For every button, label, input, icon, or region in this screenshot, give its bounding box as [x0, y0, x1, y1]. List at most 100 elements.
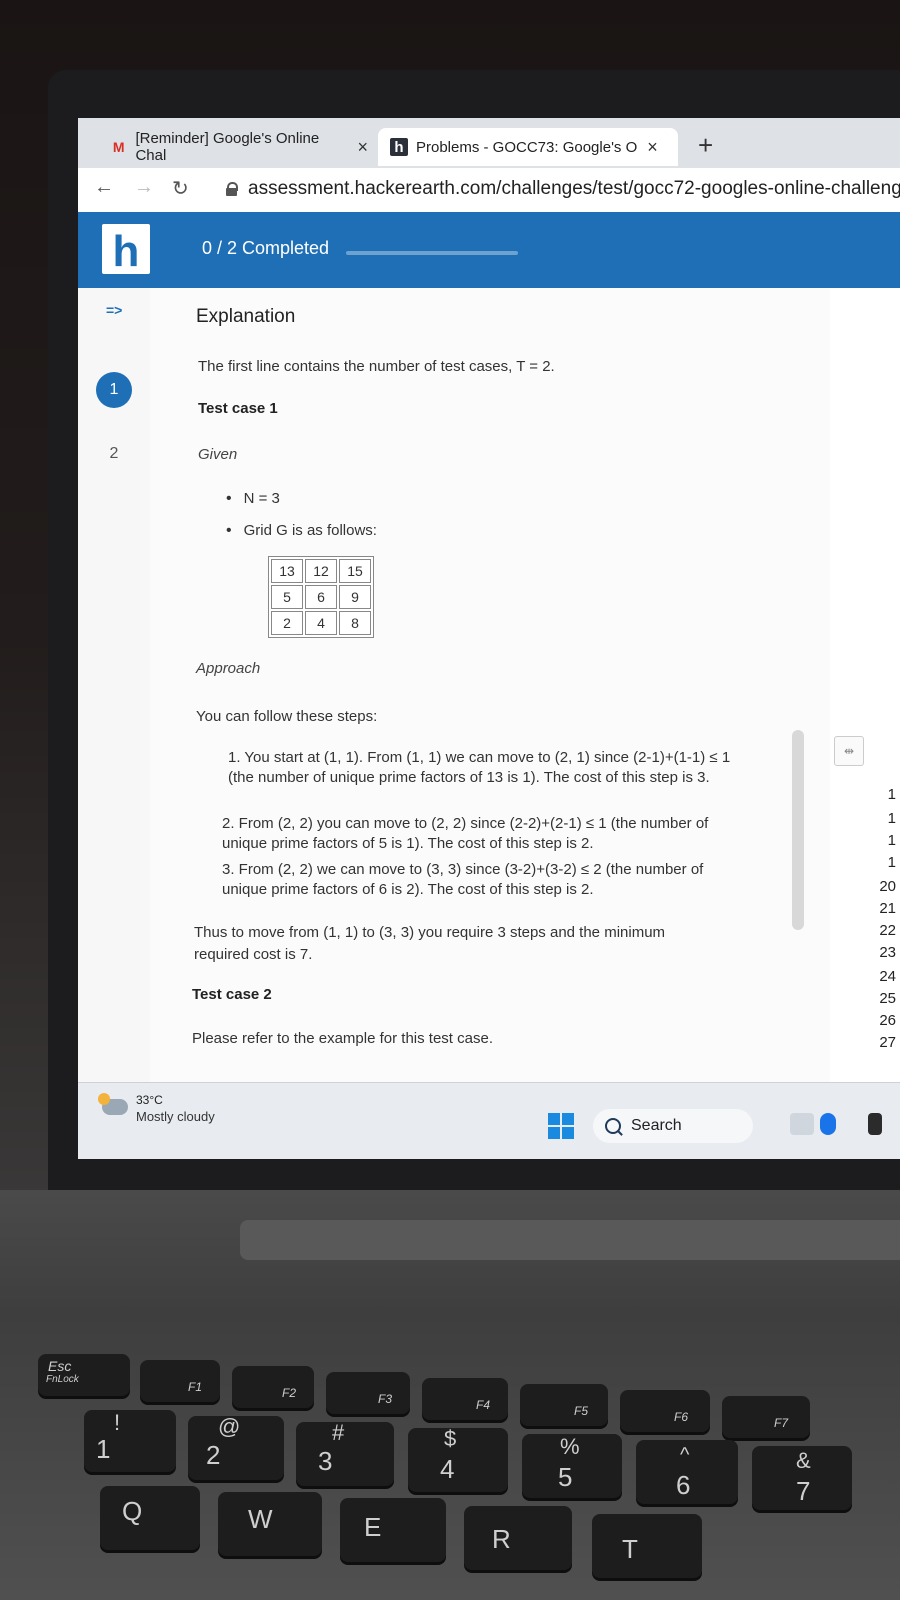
- f1-label: F1: [188, 1380, 203, 1394]
- line-number: 21: [879, 900, 896, 917]
- section-heading: Explanation: [196, 306, 296, 327]
- taskbar-search[interactable]: Search: [593, 1109, 753, 1143]
- tab-reminder[interactable]: M [Reminder] Google's Online Chal ×: [98, 128, 368, 166]
- test-case-2-heading: Test case 2: [192, 986, 272, 1003]
- key-3[interactable]: # 3: [296, 1420, 394, 1486]
- key-4[interactable]: $ 4: [408, 1426, 508, 1492]
- grid-cell: 4: [305, 611, 337, 635]
- line-number: 1: [887, 810, 896, 827]
- key-r[interactable]: R: [464, 1506, 572, 1570]
- grid-row: 5 6 9: [271, 585, 371, 609]
- tray-app-icon[interactable]: [790, 1113, 814, 1135]
- close-icon[interactable]: ×: [647, 137, 658, 158]
- tab-title: Problems - GOCC73: Google's O: [416, 138, 638, 156]
- code-editor-line-numbers: 1 1 1 1 20 21 22 23 24 25 26 27: [842, 770, 900, 1060]
- tray-overflow-icon[interactable]: [868, 1113, 882, 1135]
- collapse-icon[interactable]: =>: [106, 302, 122, 318]
- f1-key[interactable]: F1: [140, 1360, 220, 1402]
- f7-label: F7: [774, 1416, 789, 1430]
- grid-cell: 8: [339, 611, 371, 635]
- line-number: 24: [879, 968, 896, 985]
- key-6-shift: ^: [680, 1444, 690, 1466]
- f5-label: F5: [574, 1404, 589, 1418]
- key-t-label: T: [622, 1534, 638, 1564]
- search-icon: [605, 1118, 621, 1134]
- key-e[interactable]: E: [340, 1498, 446, 1562]
- esc-key[interactable]: Esc FnLock: [38, 1354, 130, 1396]
- line-number: 1: [887, 854, 896, 871]
- address-bar: ← → ↻ assessment.hackerearth.com/challen…: [78, 168, 900, 213]
- key-6-main: 6: [676, 1470, 691, 1500]
- key-e-label: E: [364, 1512, 382, 1542]
- f4-label: F4: [476, 1398, 491, 1412]
- step-3: 3. From (2, 2) we can move to (3, 3) sin…: [222, 861, 704, 898]
- scrollbar[interactable]: [792, 730, 804, 930]
- grid-cell: 15: [339, 559, 371, 583]
- challenge-header: h 0 / 2 Completed: [78, 212, 900, 288]
- f3-label: F3: [378, 1392, 393, 1406]
- given-label: Given: [198, 446, 238, 463]
- key-5-shift: %: [560, 1434, 580, 1459]
- taskbar: 33°C Mostly cloudy Search: [78, 1082, 900, 1159]
- search-label: Search: [631, 1117, 682, 1134]
- f6-key[interactable]: F6: [620, 1390, 710, 1432]
- f5-key[interactable]: F5: [520, 1384, 608, 1426]
- f3-key[interactable]: F3: [326, 1372, 410, 1414]
- bullet-grid: Grid G is as follows:: [226, 522, 377, 540]
- key-t[interactable]: T: [592, 1514, 702, 1578]
- temperature[interactable]: 33°C: [136, 1093, 163, 1107]
- key-5[interactable]: % 5: [522, 1434, 622, 1498]
- grid-cell: 12: [305, 559, 337, 583]
- line-number: 1: [887, 832, 896, 849]
- progress-bar: [346, 251, 518, 255]
- esc-label: Esc: [48, 1358, 72, 1374]
- forward-icon[interactable]: →: [134, 176, 154, 199]
- grid-cell: 9: [339, 585, 371, 609]
- tab-strip: M [Reminder] Google's Online Chal × h Pr…: [78, 118, 900, 168]
- windows-start-icon[interactable]: [548, 1113, 574, 1139]
- key-2-shift: @: [218, 1414, 241, 1439]
- grid-row: 2 4 8: [271, 611, 371, 635]
- step-1: 1. You start at (1, 1). From (1, 1) we c…: [228, 749, 731, 786]
- reload-icon[interactable]: ↻: [172, 176, 189, 201]
- hackerearth-logo[interactable]: h: [102, 224, 150, 274]
- key-q[interactable]: Q: [100, 1486, 200, 1550]
- bullet-n: N = 3: [226, 490, 280, 508]
- key-4-main: 4: [440, 1454, 455, 1484]
- f2-key[interactable]: F2: [232, 1366, 314, 1408]
- new-tab-button[interactable]: +: [698, 130, 713, 161]
- key-5-main: 5: [558, 1462, 573, 1492]
- f7-key[interactable]: F7: [722, 1396, 810, 1438]
- f2-label: F2: [282, 1386, 297, 1400]
- resize-handle-icon[interactable]: ⇹: [834, 736, 864, 766]
- tab-problems[interactable]: h Problems - GOCC73: Google's O ×: [378, 128, 678, 166]
- key-7[interactable]: & 7: [752, 1446, 852, 1510]
- key-2[interactable]: @ 2: [188, 1414, 284, 1480]
- key-w[interactable]: W: [218, 1492, 322, 1556]
- weather-cloud-icon[interactable]: [98, 1093, 128, 1115]
- back-icon[interactable]: ←: [94, 176, 114, 199]
- question-1-button[interactable]: 1: [96, 372, 132, 408]
- progress-text: 0 / 2 Completed: [202, 238, 330, 258]
- key-1[interactable]: ! 1: [84, 1410, 176, 1472]
- key-1-shift: !: [114, 1410, 121, 1435]
- question-2-button[interactable]: 2: [96, 436, 132, 472]
- tray-shield-icon[interactable]: [820, 1113, 836, 1135]
- url-field[interactable]: assessment.hackerearth.com/challenges/te…: [248, 178, 900, 200]
- f4-key[interactable]: F4: [422, 1378, 508, 1420]
- grid-cell: 2: [271, 611, 303, 635]
- close-icon[interactable]: ×: [357, 137, 368, 158]
- hinge: [240, 1220, 900, 1260]
- key-6[interactable]: ^ 6: [636, 1440, 738, 1504]
- grid-cell: 6: [305, 585, 337, 609]
- f6-label: F6: [674, 1410, 689, 1424]
- tab-title: [Reminder] Google's Online Chal: [135, 130, 320, 164]
- key-2-main: 2: [206, 1440, 221, 1470]
- intro-text: The first line contains the number of te…: [198, 358, 555, 375]
- approach-label: Approach: [196, 660, 261, 677]
- grid-table: 13 12 15 5 6 9 2 4 8: [268, 556, 374, 638]
- gmail-icon: M: [112, 139, 125, 155]
- weather-condition[interactable]: Mostly cloudy: [136, 1109, 215, 1124]
- steps-intro: You can follow these steps:: [196, 708, 378, 725]
- fnlock-label: FnLock: [46, 1374, 79, 1385]
